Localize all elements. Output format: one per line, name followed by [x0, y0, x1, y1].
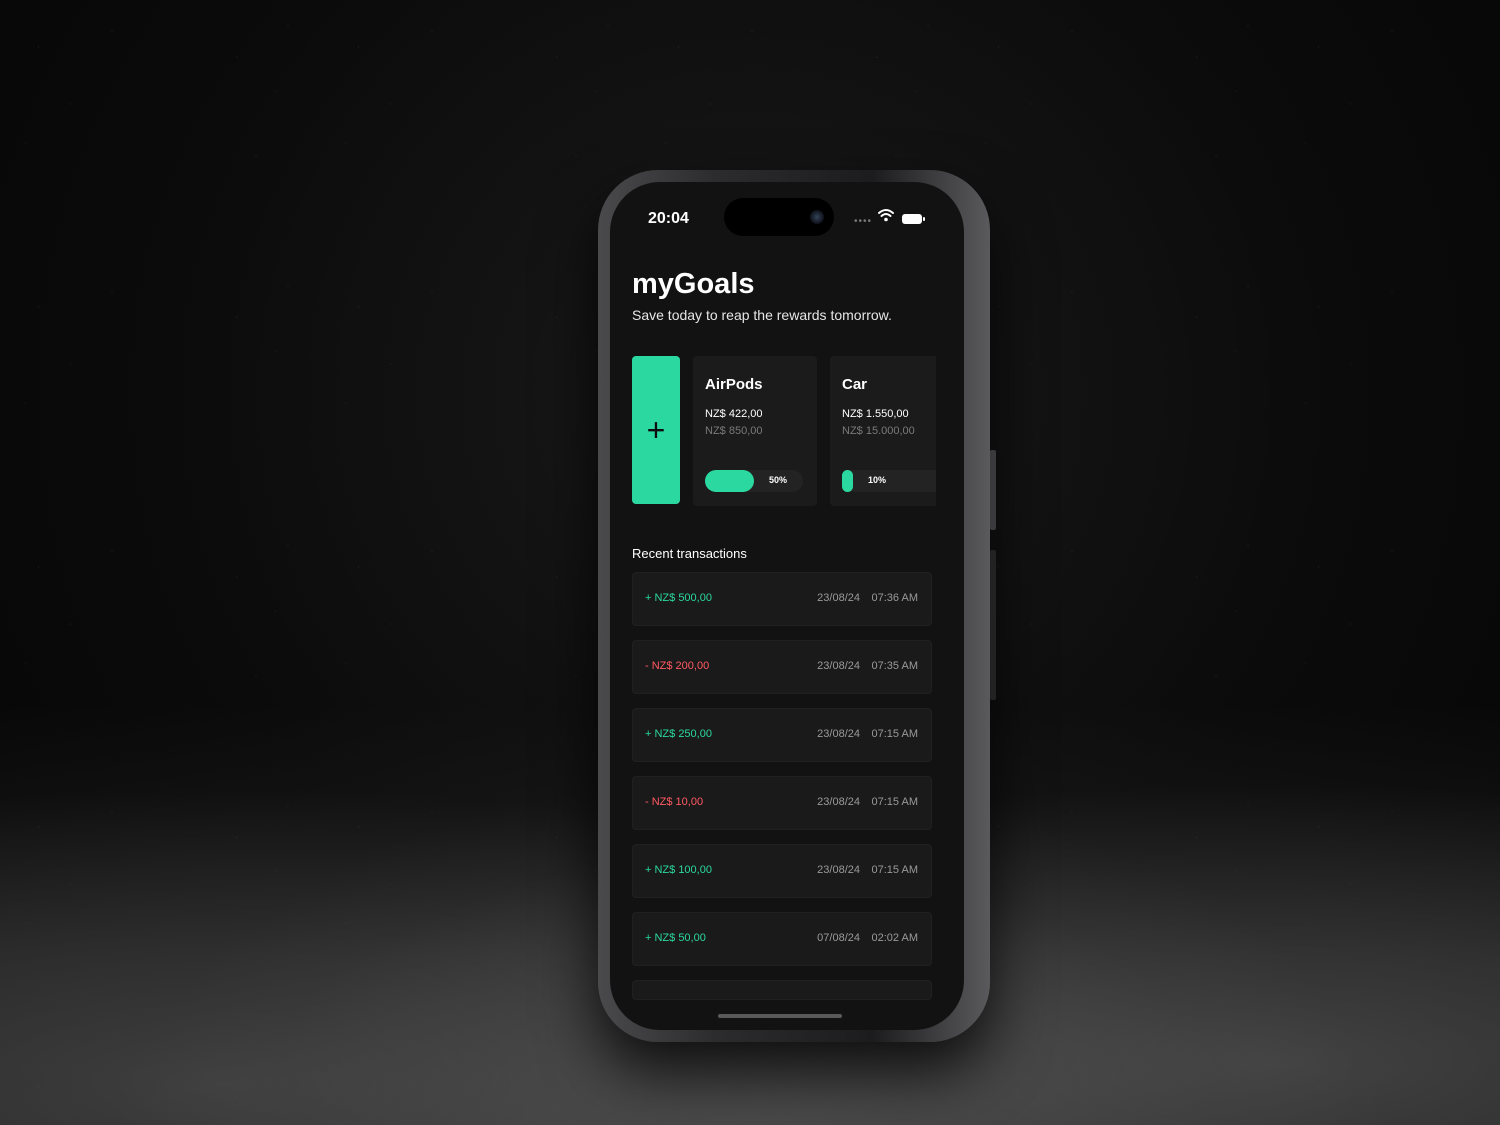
goal-progress-fill [705, 470, 754, 492]
goal-progress-label: 50% [769, 475, 788, 485]
transaction-time: 07:15 AM [871, 796, 918, 808]
transaction-time: 02:02 AM [871, 932, 918, 944]
goal-saved-amount: NZ$ 1.550,00 [842, 408, 909, 420]
goal-target-amount: NZ$ 15.000,00 [842, 425, 915, 437]
transaction-date: 23/08/24 [817, 796, 860, 808]
transaction-row-partial[interactable] [632, 980, 932, 1000]
battery-icon [902, 214, 925, 224]
transaction-amount: + NZ$ 100,00 [645, 864, 712, 876]
goal-progress-bar: 10% [842, 470, 936, 492]
goal-progress-label: 10% [868, 475, 887, 485]
add-goal-button[interactable]: + [632, 356, 680, 504]
goal-progress-bar: 50% [705, 470, 803, 492]
goal-name: Car [842, 376, 868, 393]
home-indicator[interactable] [718, 1014, 842, 1018]
transactions-list[interactable]: + NZ$ 500,00 23/08/24 07:36 AM - NZ$ 200… [632, 572, 932, 1000]
page-subtitle: Save today to reap the rewards tomorrow. [632, 307, 892, 323]
goal-target-amount: NZ$ 850,00 [705, 425, 763, 437]
goal-card-airpods[interactable]: AirPods NZ$ 422,00 NZ$ 850,00 50% [693, 356, 817, 506]
transaction-time: 07:15 AM [871, 728, 918, 740]
transaction-amount: - NZ$ 200,00 [645, 660, 710, 672]
transaction-time: 07:15 AM [871, 864, 918, 876]
phone-frame: 20:04 •••• myGoals Save today to reap th… [598, 170, 996, 1042]
header: myGoals Save today to reap the rewards t… [632, 268, 892, 323]
camera-icon [810, 210, 824, 224]
transaction-row[interactable]: - NZ$ 10,00 23/08/24 07:15 AM [632, 776, 932, 830]
transaction-amount: - NZ$ 10,00 [645, 796, 704, 808]
goal-name: AirPods [705, 376, 763, 393]
transaction-row[interactable]: - NZ$ 200,00 23/08/24 07:35 AM [632, 640, 932, 694]
status-bar: 20:04 •••• [610, 182, 964, 242]
transaction-amount: + NZ$ 500,00 [645, 592, 712, 604]
goal-card-car[interactable]: Car NZ$ 1.550,00 NZ$ 15.000,00 10% [830, 356, 936, 506]
goals-carousel[interactable]: + AirPods NZ$ 422,00 NZ$ 850,00 50% Car … [632, 356, 964, 506]
goal-progress-fill [842, 470, 854, 492]
transaction-row[interactable]: + NZ$ 250,00 23/08/24 07:15 AM [632, 708, 932, 762]
transaction-row[interactable]: + NZ$ 100,00 23/08/24 07:15 AM [632, 844, 932, 898]
wifi-icon [878, 209, 894, 222]
plus-icon: + [646, 412, 666, 448]
transaction-amount: + NZ$ 250,00 [645, 728, 712, 740]
transaction-date: 23/08/24 [817, 728, 860, 740]
side-rail [990, 550, 996, 700]
transaction-date: 23/08/24 [817, 592, 860, 604]
transaction-amount: + NZ$ 50,00 [645, 932, 706, 944]
side-button [990, 450, 996, 530]
goal-saved-amount: NZ$ 422,00 [705, 408, 763, 420]
transaction-time: 07:36 AM [871, 592, 918, 604]
dynamic-island [724, 198, 834, 236]
transaction-time: 07:35 AM [871, 660, 918, 672]
signal-icon: •••• [854, 216, 873, 227]
transaction-row[interactable]: + NZ$ 50,00 07/08/24 02:02 AM [632, 912, 932, 966]
transaction-date: 07/08/24 [817, 932, 860, 944]
recent-transactions-title: Recent transactions [632, 546, 747, 561]
transaction-date: 23/08/24 [817, 660, 860, 672]
transaction-date: 23/08/24 [817, 864, 860, 876]
app-screen: 20:04 •••• myGoals Save today to reap th… [610, 182, 964, 1030]
transaction-row[interactable]: + NZ$ 500,00 23/08/24 07:36 AM [632, 572, 932, 626]
page-title: myGoals [632, 268, 755, 300]
status-time: 20:04 [648, 210, 689, 227]
